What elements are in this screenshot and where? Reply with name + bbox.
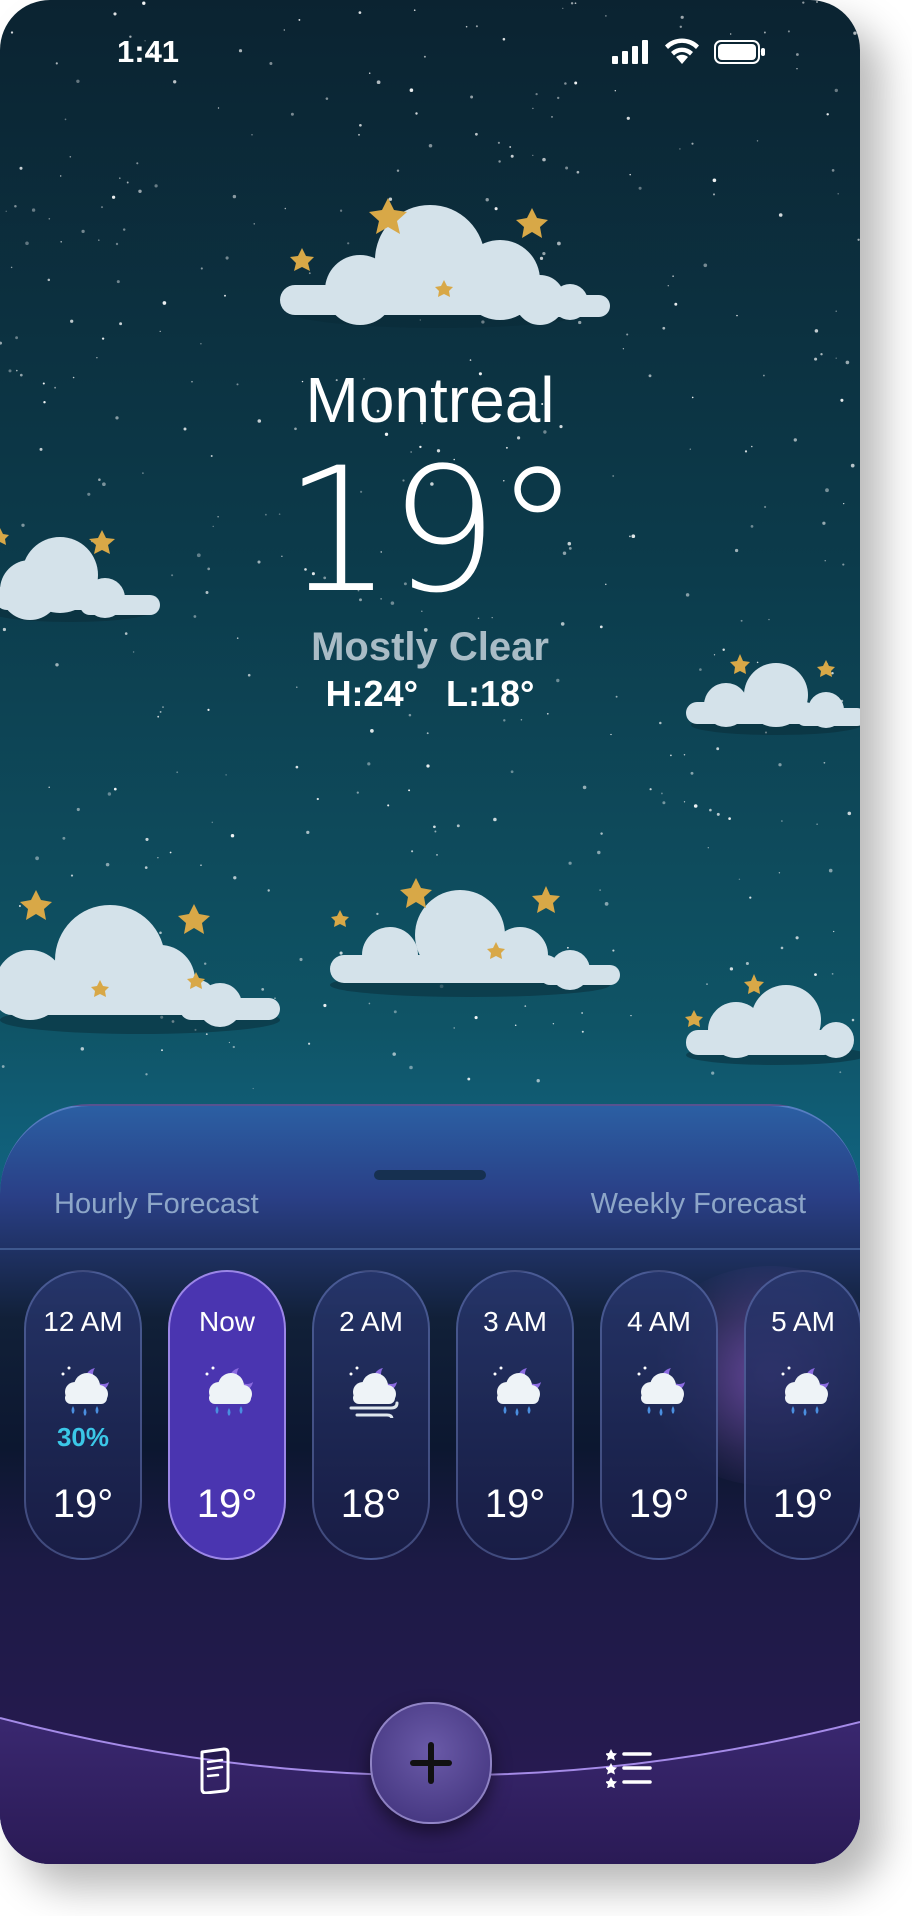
precipitation-chance: 30% [56,1422,110,1452]
hourly-item-now[interactable]: Now 19° [168,1270,286,1560]
hour-temperature: 19° [484,1482,546,1526]
tab-divider [0,1248,860,1250]
hour-label: 12 AM [43,1306,123,1337]
plus-icon [410,1742,452,1784]
list-icon[interactable] [606,1748,652,1788]
hour-label: Now [198,1306,255,1337]
rain-cloud-moon-icon [637,1366,685,1416]
rain-cloud-moon-icon [61,1366,109,1416]
hour-label: 4 AM [627,1306,691,1337]
add-button[interactable] [370,1702,492,1824]
rain-cloud-moon-icon [205,1366,253,1416]
cloud-decoration-bottom-left [0,890,280,1034]
hour-temperature: 18° [340,1482,402,1526]
forecast-sheet[interactable]: Hourly Forecast Weekly Forecast 12 AM 30… [0,1104,860,1864]
hour-temperature: 19° [196,1482,258,1526]
cloud-decoration-bottom-right [685,974,860,1065]
city-name: Montreal [305,364,555,436]
cloud-decoration-middle [330,878,620,997]
wifi-icon [665,38,699,64]
cellular-signal-icon [612,40,648,64]
hourly-item[interactable]: 3 AM 19° [456,1270,574,1560]
map-icon[interactable] [196,1746,236,1794]
hour-temperature: 19° [628,1482,690,1526]
hourly-item[interactable]: 12 AM 30% 19° [24,1270,142,1560]
cloud-decoration-top [280,198,610,328]
phone-screen: 1:41 Montreal 19° Mostly Clear H:24° L:1… [0,0,860,1864]
hour-temperature: 19° [772,1482,834,1526]
hourly-item[interactable]: 5 AM 19° [744,1270,860,1560]
rain-cloud-moon-icon [781,1366,829,1416]
high-low-temperature: H:24° L:18° [325,673,535,714]
tab-weekly-forecast[interactable]: Weekly Forecast [591,1188,806,1221]
rain-cloud-moon-icon [493,1366,541,1416]
hourly-item[interactable]: 4 AM 19° [600,1270,718,1560]
status-bar: 1:41 [0,28,860,78]
status-time: 1:41 [117,34,180,69]
current-weather: Montreal 19° Mostly Clear H:24° L:18° [0,360,860,716]
hour-temperature: 19° [52,1482,114,1526]
tab-hourly-forecast[interactable]: Hourly Forecast [54,1188,259,1221]
battery-icon [714,40,765,64]
hour-label: 3 AM [483,1306,547,1337]
weather-condition: Mostly Clear [311,625,549,669]
hourly-item[interactable]: 2 AM 18° [312,1270,430,1560]
current-temperature: 19° [283,430,581,631]
sheet-drag-handle[interactable] [374,1170,486,1180]
windy-cloud-moon-icon [349,1366,399,1418]
hour-label: 5 AM [771,1306,835,1337]
hour-label: 2 AM [339,1306,403,1337]
